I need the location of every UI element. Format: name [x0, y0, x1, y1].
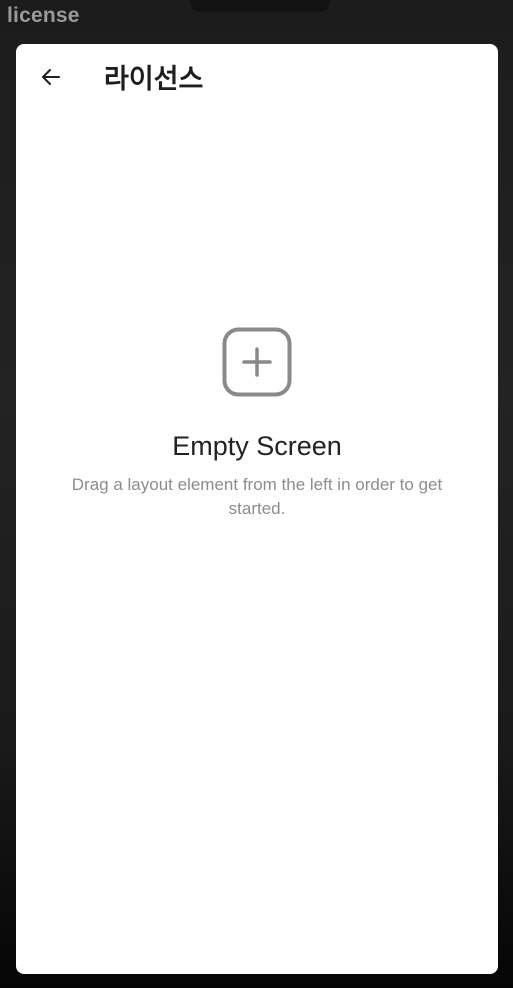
- app-bar: 라이선스: [16, 44, 498, 114]
- top-notch-shadow: [190, 0, 330, 12]
- page-title: 라이선스: [104, 64, 204, 95]
- empty-state-title: Empty Screen: [172, 431, 342, 461]
- empty-state-description: Drag a layout element from the left in o…: [71, 475, 443, 518]
- arrow-left-icon: [42, 69, 60, 85]
- screen-preview: 라이선스 Empty Screen Drag a layout element …: [16, 44, 498, 974]
- page-name-label: license: [7, 4, 80, 27]
- empty-state: Empty Screen Drag a layout element from …: [16, 327, 498, 521]
- back-button[interactable]: [36, 62, 66, 92]
- add-square-icon[interactable]: [222, 327, 292, 397]
